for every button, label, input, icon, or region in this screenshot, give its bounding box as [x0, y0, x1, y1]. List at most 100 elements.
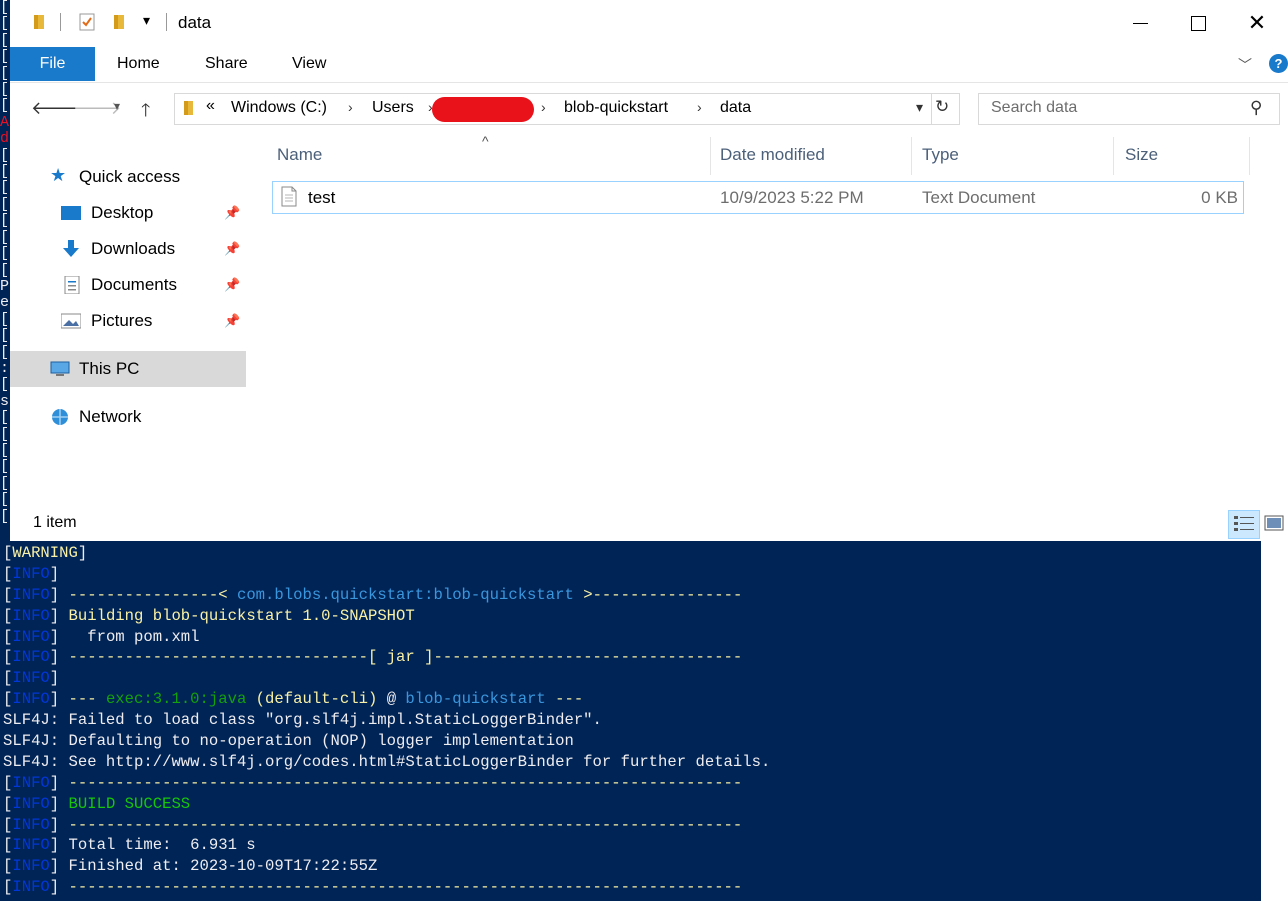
nav-network-label: Network	[79, 407, 142, 426]
terminal-line: [INFO] Finished at: 2023-10-09T17:22:55Z	[3, 856, 1259, 877]
address-divider	[931, 94, 932, 124]
file-name[interactable]: test	[308, 188, 335, 208]
address-dropdown-icon[interactable]: ▾	[916, 99, 923, 116]
customize-toolbar-dropdown-icon[interactable]: ▾	[143, 12, 150, 29]
column-header-size[interactable]: Size	[1125, 145, 1158, 165]
tab-file[interactable]: File	[10, 47, 95, 81]
column-header-date-modified[interactable]: Date modified	[720, 145, 825, 165]
properties-icon[interactable]	[78, 13, 96, 31]
breadcrumb-chevron-icon[interactable]: ›	[541, 99, 546, 115]
refresh-icon[interactable]: ↻	[935, 97, 949, 117]
nav-documents[interactable]: Documents 📌	[10, 267, 246, 303]
column-separator[interactable]	[710, 137, 711, 175]
nav-this-pc-label: This PC	[79, 359, 140, 378]
terminal-line: SLF4J: See http://www.slf4j.org/codes.ht…	[3, 752, 1259, 773]
search-box[interactable]: Search data ⚲	[978, 93, 1280, 125]
pin-icon[interactable]: 📌	[224, 205, 240, 221]
nav-documents-label: Documents	[91, 275, 177, 294]
pin-icon[interactable]: 📌	[224, 313, 240, 329]
large-icons-view-icon[interactable]	[1264, 513, 1284, 533]
terminal-edge-char: [	[0, 409, 10, 427]
recent-locations-chevron-icon[interactable]: ▾	[114, 99, 120, 113]
terminal-line: SLF4J: Defaulting to no-operation (NOP) …	[3, 731, 1259, 752]
terminal-text: SLF4J: Failed to load class "org.slf4j.i…	[3, 711, 602, 730]
terminal-text: ----------------------------------------…	[68, 878, 743, 897]
folder-icon[interactable]	[30, 13, 48, 31]
nav-network[interactable]: Network	[10, 399, 246, 435]
computer-icon	[50, 361, 70, 376]
details-view-button[interactable]	[1228, 510, 1260, 539]
tab-share[interactable]: Share	[205, 55, 248, 73]
column-header-name[interactable]: Name	[277, 145, 322, 165]
maximize-button[interactable]	[1169, 0, 1227, 46]
terminal-text: ]	[49, 648, 69, 667]
address-bar[interactable]: « Windows (C:) › Users › › blob-quicksta…	[174, 93, 960, 125]
nav-downloads-label: Downloads	[91, 239, 176, 258]
breadcrumb-data[interactable]: data	[720, 99, 751, 117]
breadcrumb-chevron-icon[interactable]: ›	[697, 99, 702, 115]
terminal-line: [INFO]	[3, 668, 1259, 689]
help-icon[interactable]: ?	[1269, 54, 1288, 73]
column-separator[interactable]	[911, 137, 912, 175]
terminal-text: [	[3, 836, 13, 855]
new-folder-icon[interactable]	[110, 13, 128, 31]
terminal-text: (default-cli)	[246, 690, 378, 709]
terminal-text: [	[3, 585, 13, 604]
tab-home[interactable]: Home	[117, 55, 160, 73]
nav-desktop-label: Desktop	[91, 203, 154, 222]
terminal-edge-char: [	[0, 376, 10, 394]
terminal-text: @	[377, 690, 406, 709]
column-separator[interactable]	[1113, 137, 1114, 175]
up-arrow-icon[interactable]: 🡑	[141, 98, 150, 128]
column-separator[interactable]	[1249, 137, 1250, 175]
breadcrumb-users[interactable]: Users	[372, 99, 414, 117]
breadcrumb-chevron-icon[interactable]: ›	[348, 99, 353, 115]
nav-pictures[interactable]: Pictures 📌	[10, 303, 246, 339]
terminal-line: [INFO] --- exec:3.1.0:java (default-cli)…	[3, 689, 1259, 710]
terminal-scrollbar[interactable]	[1261, 541, 1288, 901]
nav-desktop[interactable]: Desktop 📌	[10, 195, 246, 231]
search-icon[interactable]: ⚲	[1250, 98, 1262, 118]
nav-quick-access[interactable]: ★ Quick access	[10, 159, 246, 195]
terminal-text: Building blob-quickstart 1.0-SNAPSHOT	[68, 606, 415, 625]
breadcrumb-blob-quickstart[interactable]: blob-quickstart	[564, 99, 668, 117]
terminal-text: [	[3, 815, 13, 834]
terminal-edge-char: [	[0, 228, 10, 246]
terminal-edge-char: [	[0, 179, 10, 197]
column-header-type[interactable]: Type	[922, 145, 959, 165]
terminal-text: >----------------	[573, 585, 743, 604]
text-document-icon	[281, 186, 297, 207]
minimize-button[interactable]	[1111, 0, 1169, 46]
pin-icon[interactable]: 📌	[224, 241, 240, 257]
redacted-username	[432, 97, 534, 122]
pin-icon[interactable]: 📌	[224, 277, 240, 293]
terminal-edge-char: d	[0, 130, 10, 148]
file-list: ^ Name Date modified Type Size test 10/9…	[250, 133, 1288, 505]
terminal-edge-char: P	[0, 277, 10, 295]
terminal-text: [	[3, 794, 13, 813]
terminal-line: [INFO] ---------------------------------…	[3, 815, 1259, 836]
breadcrumb-windows-c[interactable]: Windows (C:)	[231, 99, 327, 117]
terminal-line: [INFO] BUILD SUCCESS	[3, 794, 1259, 815]
terminal-text: ]	[49, 606, 69, 625]
file-row[interactable]: test 10/9/2023 5:22 PM Text Document 0 K…	[272, 181, 1244, 214]
close-button[interactable]: ✕	[1228, 0, 1286, 46]
terminal-text: ]	[49, 794, 69, 813]
terminal-text: INFO	[12, 585, 50, 604]
maximize-icon	[1190, 15, 1206, 31]
terminal-text: SLF4J: See http://www.slf4j.org/codes.ht…	[3, 752, 771, 771]
terminal-line: [INFO] ---------------------------------…	[3, 773, 1259, 794]
nav-pictures-label: Pictures	[91, 311, 153, 330]
network-icon	[52, 409, 68, 425]
terminal-text: INFO	[12, 648, 50, 667]
terminal-text: ]	[77, 544, 88, 562]
nav-downloads[interactable]: Downloads 📌	[10, 231, 246, 267]
title-bar: ▾ data ✕	[10, 0, 1288, 46]
nav-this-pc[interactable]: This PC	[10, 351, 246, 387]
expand-ribbon-icon[interactable]: ﹀	[1238, 55, 1252, 75]
tab-view[interactable]: View	[292, 55, 326, 73]
breadcrumb-overflow[interactable]: «	[206, 97, 215, 115]
terminal-line: [INFO] ---------------------------------…	[3, 877, 1259, 898]
close-icon: ✕	[1247, 10, 1267, 35]
terminal-line: [INFO] --------------------------------[…	[3, 647, 1259, 668]
